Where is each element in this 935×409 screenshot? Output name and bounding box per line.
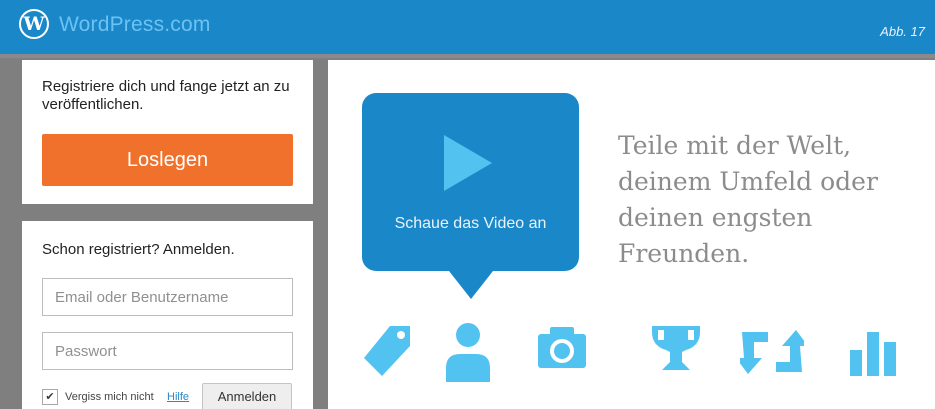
play-icon bbox=[444, 135, 492, 191]
brand-name[interactable]: WordPress.com bbox=[59, 13, 211, 37]
video-button[interactable]: Schaue das Video an bbox=[362, 93, 579, 271]
promo-area: Schaue das Video an Teile mit der Welt, … bbox=[328, 60, 935, 409]
wordpress-logo-icon[interactable]: W bbox=[19, 9, 49, 39]
password-field[interactable] bbox=[43, 333, 292, 369]
remember-me-checkbox[interactable]: ✔ bbox=[42, 389, 58, 405]
register-panel: Registriere dich und fange jetzt an zu v… bbox=[22, 60, 313, 204]
email-field-wrapper bbox=[42, 278, 293, 316]
trophy-icon bbox=[646, 322, 706, 382]
email-field[interactable] bbox=[43, 279, 292, 315]
remember-me-label[interactable]: Vergiss mich nicht bbox=[65, 391, 154, 403]
stats-icon bbox=[846, 322, 902, 382]
reblog-icon bbox=[740, 322, 804, 382]
person-icon bbox=[444, 322, 492, 382]
figure-label: Abb. 17 bbox=[880, 24, 925, 39]
tag-icon bbox=[362, 322, 414, 382]
video-caption: Schaue das Video an bbox=[394, 215, 547, 232]
top-bar: W WordPress.com Abb. 17 bbox=[0, 0, 935, 54]
login-heading: Schon registriert? Anmelden. bbox=[42, 241, 235, 258]
login-button[interactable]: Anmelden bbox=[202, 383, 292, 409]
login-panel: Schon registriert? Anmelden. ✔ Vergiss m… bbox=[22, 221, 313, 409]
start-button[interactable]: Loslegen bbox=[42, 134, 293, 186]
help-link[interactable]: Hilfe bbox=[167, 391, 189, 403]
camera-icon bbox=[536, 322, 588, 382]
password-field-wrapper bbox=[42, 332, 293, 370]
header-divider bbox=[0, 54, 935, 58]
tagline: Teile mit der Welt, deinem Umfeld oder d… bbox=[618, 131, 878, 268]
video-pointer bbox=[449, 271, 493, 299]
register-text: Registriere dich und fange jetzt an zu v… bbox=[42, 78, 290, 113]
